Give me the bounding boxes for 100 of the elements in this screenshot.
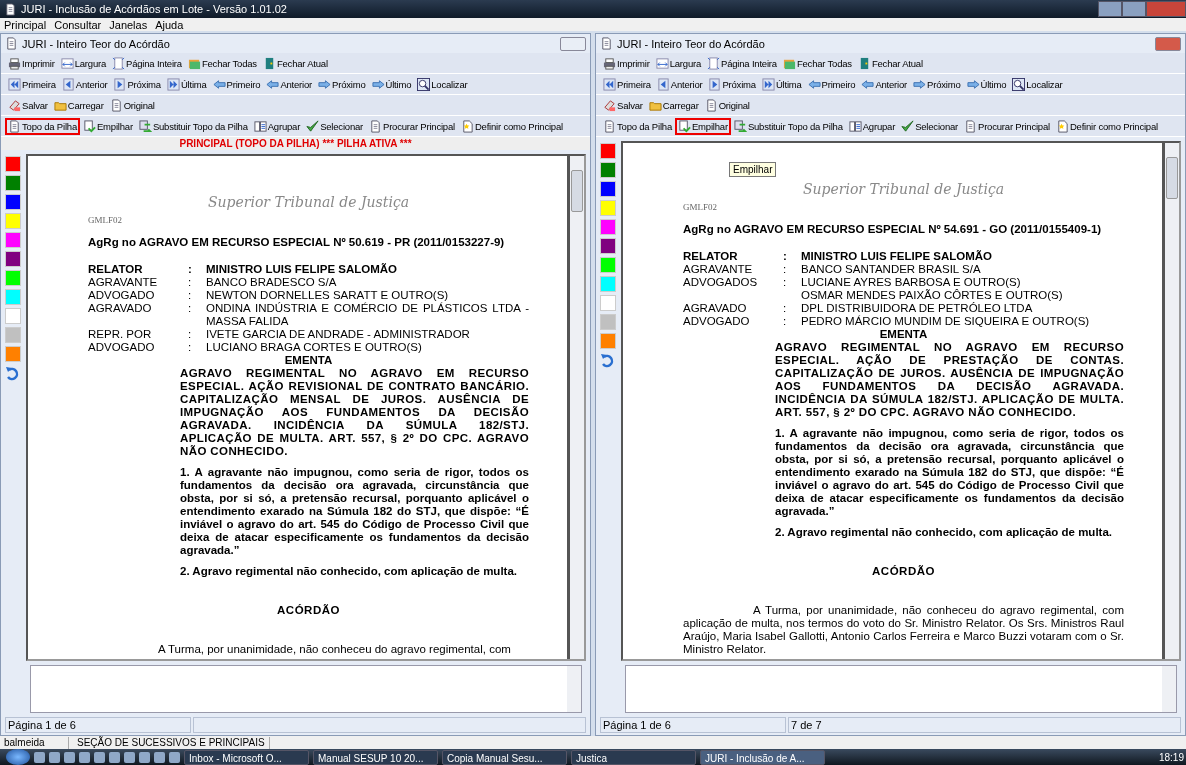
toolbar-button[interactable]: Topo da Pilha bbox=[600, 117, 675, 135]
quick-launch-icon[interactable] bbox=[64, 751, 75, 763]
quick-launch-icon[interactable] bbox=[139, 751, 150, 763]
quick-launch-icon[interactable] bbox=[94, 751, 105, 763]
taskbar-button[interactable]: Copia Manual Sesu... bbox=[442, 749, 567, 765]
menu-item[interactable]: Janelas bbox=[109, 18, 148, 31]
toolbar-button[interactable]: Largura bbox=[57, 54, 110, 72]
color-swatch[interactable] bbox=[600, 162, 616, 178]
quick-launch-icon[interactable] bbox=[49, 751, 60, 763]
toolbar-button[interactable]: Página Inteira bbox=[109, 54, 185, 72]
toolbar-button[interactable]: Último bbox=[368, 75, 415, 93]
toolbar-button[interactable]: Fechar Todas bbox=[779, 54, 855, 72]
toolbar-button[interactable]: Última bbox=[758, 75, 805, 93]
toolbar-button[interactable]: Fechar Todas bbox=[184, 54, 260, 72]
color-swatch[interactable] bbox=[5, 327, 21, 343]
color-swatch[interactable] bbox=[5, 213, 21, 229]
close-button[interactable] bbox=[1155, 36, 1181, 51]
toolbar-button[interactable]: Substituir Topo da Pilha bbox=[730, 117, 846, 135]
toolbar-button[interactable]: Próximo bbox=[315, 75, 369, 93]
color-swatch[interactable] bbox=[600, 143, 616, 159]
toolbar-button[interactable]: Largura bbox=[652, 54, 705, 72]
scrollbar[interactable] bbox=[570, 156, 584, 659]
toolbar-button[interactable]: Topo da Pilha bbox=[5, 117, 80, 135]
toolbar-button[interactable]: Fechar Atual bbox=[259, 54, 331, 72]
toolbar-button[interactable]: Definir como Principal bbox=[457, 117, 566, 135]
menu-item[interactable]: Principal bbox=[4, 18, 47, 31]
toolbar-button[interactable]: Salvar bbox=[600, 96, 646, 114]
menu-item[interactable]: Ajuda bbox=[155, 18, 184, 31]
toolbar-button[interactable]: Original bbox=[701, 96, 753, 114]
color-swatch[interactable] bbox=[600, 257, 616, 273]
toolbar-button[interactable]: Selecionar bbox=[898, 117, 961, 135]
toolbar-button[interactable]: Primeiro bbox=[804, 75, 859, 93]
color-swatch[interactable] bbox=[5, 232, 21, 248]
toolbar-button[interactable]: Última bbox=[163, 75, 210, 93]
quick-launch-icon[interactable] bbox=[169, 751, 180, 763]
toolbar-button[interactable]: Anterior bbox=[58, 75, 111, 93]
quick-launch-icon[interactable] bbox=[79, 751, 90, 763]
taskbar-button[interactable]: Inbox - Microsoft O... bbox=[184, 749, 309, 765]
toolbar-button[interactable]: Agrupar bbox=[250, 117, 304, 135]
toolbar-button[interactable]: Página Inteira bbox=[704, 54, 780, 72]
color-swatch[interactable] bbox=[5, 194, 21, 210]
toolbar-button[interactable]: Localizar bbox=[414, 75, 471, 93]
color-swatch[interactable] bbox=[5, 308, 21, 324]
quick-launch-icon[interactable] bbox=[34, 751, 45, 763]
toolbar-button[interactable]: Imprimir bbox=[600, 54, 653, 72]
toolbar-button[interactable]: Empilhar bbox=[80, 117, 136, 135]
undo-icon[interactable] bbox=[5, 365, 21, 381]
quick-launch-icon[interactable] bbox=[154, 751, 165, 763]
toolbar-button[interactable]: Selecionar bbox=[303, 117, 366, 135]
color-swatch[interactable] bbox=[5, 289, 21, 305]
notes-field[interactable] bbox=[30, 665, 582, 713]
toolbar-button[interactable]: Procurar Principal bbox=[366, 117, 458, 135]
taskbar-button[interactable]: Manual SESUP 10 20... bbox=[313, 749, 438, 765]
maximize-button[interactable] bbox=[1122, 1, 1146, 17]
quick-launch-icon[interactable] bbox=[109, 751, 120, 763]
toolbar-button[interactable]: Salvar bbox=[5, 96, 51, 114]
color-swatch[interactable] bbox=[600, 333, 616, 349]
toolbar-button[interactable]: Próxima bbox=[705, 75, 759, 93]
menu-item[interactable]: Consultar bbox=[54, 18, 102, 31]
toolbar-button[interactable]: Primeiro bbox=[209, 75, 264, 93]
start-button[interactable] bbox=[6, 749, 30, 765]
color-swatch[interactable] bbox=[5, 346, 21, 362]
color-swatch[interactable] bbox=[600, 181, 616, 197]
taskbar-button[interactable]: Justica bbox=[571, 749, 696, 765]
toolbar-button[interactable]: Próxima bbox=[110, 75, 164, 93]
toolbar-button[interactable]: Primeira bbox=[600, 75, 654, 93]
color-swatch[interactable] bbox=[5, 156, 21, 172]
toolbar-button[interactable]: Anterior bbox=[858, 75, 911, 93]
color-swatch[interactable] bbox=[5, 175, 21, 191]
close-button[interactable] bbox=[1146, 1, 1186, 17]
toolbar-button[interactable]: Carregar bbox=[645, 96, 702, 114]
toolbar-button[interactable]: Anterior bbox=[263, 75, 316, 93]
color-swatch[interactable] bbox=[5, 251, 21, 267]
toolbar-button[interactable]: Imprimir bbox=[5, 54, 58, 72]
taskbar-button[interactable]: JURI - Inclusão de A... bbox=[700, 749, 825, 765]
toolbar-button[interactable]: Primeira bbox=[5, 75, 59, 93]
toolbar-button[interactable]: Fechar Atual bbox=[854, 54, 926, 72]
toolbar-button[interactable]: Definir como Principal bbox=[1052, 117, 1161, 135]
quick-launch-icon[interactable] bbox=[124, 751, 135, 763]
color-swatch[interactable] bbox=[600, 276, 616, 292]
color-swatch[interactable] bbox=[600, 295, 616, 311]
undo-icon[interactable] bbox=[600, 352, 616, 368]
color-swatch[interactable] bbox=[600, 314, 616, 330]
toolbar-button[interactable]: Anterior bbox=[653, 75, 706, 93]
scrollbar[interactable] bbox=[1165, 143, 1179, 659]
minimize-button[interactable] bbox=[1098, 1, 1122, 17]
notes-field[interactable] bbox=[625, 665, 1177, 713]
toolbar-button[interactable]: Carregar bbox=[50, 96, 107, 114]
color-swatch[interactable] bbox=[600, 200, 616, 216]
color-swatch[interactable] bbox=[600, 219, 616, 235]
toolbar-button[interactable]: Localizar bbox=[1009, 75, 1066, 93]
toolbar-button[interactable]: Agrupar bbox=[845, 117, 899, 135]
toolbar-button[interactable]: Empilhar bbox=[675, 117, 731, 135]
close-button[interactable] bbox=[560, 36, 586, 51]
toolbar-button[interactable]: Próximo bbox=[910, 75, 964, 93]
toolbar-button[interactable]: Substituir Topo da Pilha bbox=[135, 117, 251, 135]
color-swatch[interactable] bbox=[600, 238, 616, 254]
color-swatch[interactable] bbox=[5, 270, 21, 286]
toolbar-button[interactable]: Procurar Principal bbox=[961, 117, 1053, 135]
toolbar-button[interactable]: Original bbox=[106, 96, 158, 114]
